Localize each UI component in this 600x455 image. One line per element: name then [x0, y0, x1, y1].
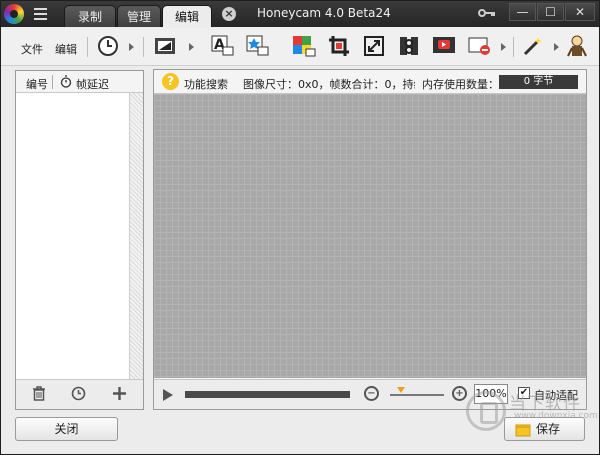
memory-label: 内存使用数量： — [422, 78, 499, 91]
crop-icon[interactable] — [325, 33, 353, 59]
menu-edit[interactable]: 编辑 — [55, 41, 77, 57]
clock-icon[interactable] — [69, 386, 87, 404]
save-button[interactable]: 保存 — [504, 417, 585, 441]
maximize-button[interactable]: ☐ — [537, 3, 564, 21]
trash-icon[interactable] — [30, 386, 48, 404]
dropdown-arrow-icon[interactable] — [501, 43, 506, 51]
column-frame-delay[interactable]: 帧延迟 — [76, 76, 109, 92]
tab-record[interactable]: 录制 — [64, 5, 116, 27]
close-button[interactable]: 关闭 — [15, 417, 118, 441]
honeycam-logo-icon[interactable] — [4, 4, 24, 24]
remove-frame-icon[interactable] — [466, 33, 494, 59]
app-window: 录制 管理 编辑 × Honeycam 4.0 Beta24 — ☐ ✕ 文件 … — [0, 0, 600, 455]
menu-icon[interactable] — [34, 8, 47, 20]
zoom-in-icon[interactable]: + — [452, 386, 467, 401]
canvas-grid[interactable] — [154, 94, 586, 378]
column-frame-number[interactable]: 编号 — [26, 76, 48, 92]
tab-manage[interactable]: 管理 — [117, 5, 161, 27]
frame-list-header: 编号 帧延迟 — [16, 71, 143, 93]
memory-usage-badge: 0 字节 — [499, 75, 578, 89]
resize-canvas-icon[interactable] — [151, 33, 179, 59]
title-bar: 录制 管理 编辑 × Honeycam 4.0 Beta24 — ☐ ✕ — [1, 1, 599, 27]
clock-icon[interactable] — [94, 33, 122, 59]
close-window-button[interactable]: ✕ — [565, 3, 595, 21]
dropdown-arrow-icon[interactable] — [554, 43, 559, 51]
frame-list-scrollbar[interactable] — [129, 93, 143, 379]
editor-canvas-area: ? 功能搜索 图像尺寸：0x0，帧数合计：0，持续时 内存使用数量： 0 字节 … — [153, 69, 587, 410]
info-bar: ? 功能搜索 图像尺寸：0x0，帧数合计：0，持续时 内存使用数量： 0 字节 — [154, 70, 586, 94]
color-filter-icon[interactable] — [290, 33, 318, 59]
toolbar-divider — [513, 37, 514, 57]
dropdown-arrow-icon[interactable] — [129, 43, 134, 51]
key-icon[interactable] — [478, 7, 496, 22]
toolbar-divider — [87, 37, 88, 57]
zoom-slider-track[interactable] — [390, 394, 444, 396]
dropdown-arrow-icon[interactable] — [189, 43, 194, 51]
minimize-button[interactable]: — — [509, 3, 536, 21]
toolbar-divider — [143, 37, 144, 57]
mascot-icon[interactable] — [563, 33, 591, 59]
watermark-icon — [466, 391, 506, 431]
close-tab-icon[interactable]: × — [222, 7, 236, 21]
help-icon[interactable]: ? — [162, 73, 179, 90]
resize-icon[interactable] — [360, 33, 388, 59]
sticker-icon[interactable] — [244, 33, 272, 59]
frame-list-footer — [16, 379, 143, 409]
stopwatch-icon — [60, 75, 72, 91]
zoom-slider-thumb[interactable] — [396, 387, 405, 393]
save-icon — [515, 422, 531, 444]
column-divider — [52, 75, 53, 89]
tab-edit[interactable]: 编辑 — [162, 5, 212, 27]
save-button-label: 保存 — [536, 422, 561, 436]
image-info-text: 图像尺寸：0x0，帧数合计：0，持续时 — [243, 78, 415, 91]
zoom-out-icon[interactable]: − — [364, 386, 379, 401]
magic-wand-icon[interactable] — [519, 33, 547, 59]
youtube-icon[interactable] — [430, 33, 458, 59]
app-title: Honeycam 4.0 Beta24 — [257, 6, 391, 20]
frame-cut-icon[interactable] — [395, 33, 423, 59]
menu-file[interactable]: 文件 — [21, 41, 43, 57]
toolbar: 文件 编辑 A — [1, 28, 599, 66]
play-icon[interactable] — [163, 389, 173, 401]
feature-search-link[interactable]: 功能搜索 — [184, 76, 228, 92]
frame-list-panel: 编号 帧延迟 — [15, 70, 144, 410]
text-icon[interactable]: A — [209, 33, 237, 59]
plus-icon[interactable] — [110, 386, 128, 404]
timeline-progress-bar[interactable] — [185, 391, 350, 398]
